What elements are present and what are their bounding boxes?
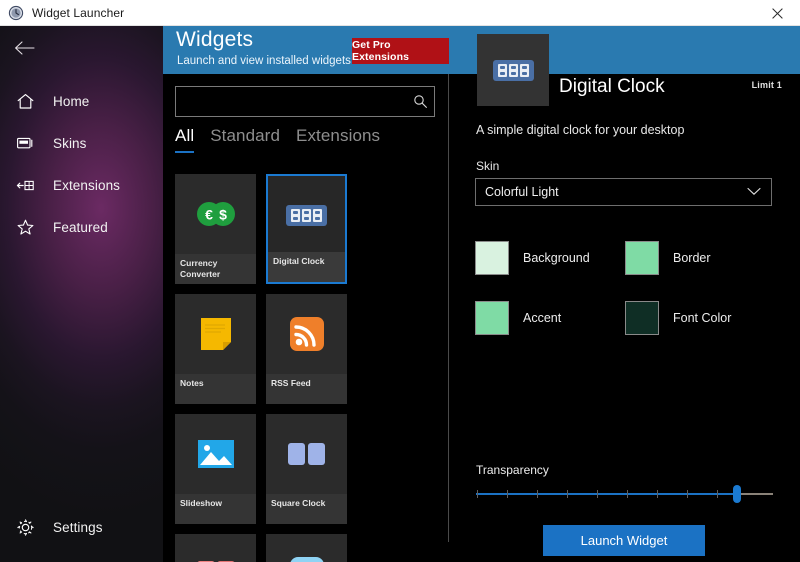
- digital-clock-icon: [268, 176, 345, 254]
- notes-icon: [175, 294, 256, 374]
- swatch-label: Border: [673, 251, 711, 265]
- sidebar-nav: Home Skins: [0, 80, 163, 248]
- svg-text:$: $: [219, 207, 227, 223]
- tab-extensions[interactable]: Extensions: [296, 126, 380, 153]
- widget-tile-label: Slideshow: [175, 494, 256, 524]
- widget-tile-weather[interactable]: Weather: [266, 534, 347, 562]
- swatch-label: Font Color: [673, 311, 731, 325]
- page-subtitle: Launch and view installed widgets: [177, 55, 351, 67]
- sidebar-item-settings[interactable]: Settings: [0, 506, 163, 548]
- slideshow-icon: [175, 414, 256, 494]
- unit-converter-icon: [175, 534, 256, 562]
- widget-tile-label: Digital Clock: [268, 252, 345, 282]
- swatch-color-box[interactable]: [625, 241, 659, 275]
- page-title: Widgets: [176, 28, 253, 52]
- window-icon: [14, 132, 36, 154]
- home-icon: [14, 90, 36, 112]
- swatch-label: Background: [523, 251, 590, 265]
- filter-tabs: All Standard Extensions: [175, 126, 380, 153]
- transparency-slider[interactable]: [476, 484, 773, 506]
- tab-standard[interactable]: Standard: [210, 126, 280, 153]
- slider-thumb[interactable]: [733, 485, 741, 503]
- color-swatches: Background Border Accent Font Color: [475, 228, 775, 348]
- sidebar: Home Skins: [0, 26, 163, 562]
- widget-tile-slideshow[interactable]: Slideshow: [175, 414, 256, 524]
- color-swatch-accent[interactable]: Accent: [475, 288, 625, 348]
- gear-icon: [14, 516, 36, 538]
- sidebar-item-home[interactable]: Home: [0, 80, 163, 122]
- widget-tile-rss-feed[interactable]: RSS Feed: [266, 294, 347, 404]
- sidebar-item-label: Skins: [53, 136, 87, 151]
- get-pro-extensions-button[interactable]: Get Pro Extensions: [352, 38, 449, 64]
- widget-tile-label: Square Clock: [266, 494, 347, 524]
- window-title: Widget Launcher: [32, 6, 124, 20]
- titlebar: Widget Launcher: [0, 0, 800, 26]
- color-swatch-background[interactable]: Background: [475, 228, 625, 288]
- search-box[interactable]: [175, 86, 435, 117]
- widget-tile-digital-clock[interactable]: Digital Clock: [266, 174, 347, 284]
- sidebar-item-label: Featured: [53, 220, 108, 235]
- launch-widget-button[interactable]: Launch Widget: [543, 525, 705, 556]
- slider-fill: [476, 493, 737, 495]
- widget-tile-notes[interactable]: Notes: [175, 294, 256, 404]
- back-button[interactable]: [0, 26, 163, 70]
- clock-icon: [8, 5, 24, 21]
- skin-selected-value: Colorful Light: [485, 185, 559, 199]
- skin-dropdown[interactable]: Colorful Light: [475, 178, 772, 206]
- currency-converter-icon: € $: [175, 174, 256, 254]
- tab-all[interactable]: All: [175, 126, 194, 153]
- detail-panel: Digital Clock Limit 1 A simple digital c…: [449, 26, 800, 562]
- digital-clock-icon: [477, 34, 549, 106]
- chevron-down-icon: [747, 183, 761, 201]
- star-icon: [14, 216, 36, 238]
- app-window: Widget Launcher Home: [0, 0, 800, 562]
- sidebar-item-label: Settings: [53, 520, 103, 535]
- color-swatch-border[interactable]: Border: [625, 228, 775, 288]
- widget-tile-label: Currency Converter: [175, 254, 256, 284]
- widget-tile-square-clock[interactable]: Square Clock: [266, 414, 347, 524]
- weather-icon: [266, 534, 347, 562]
- transparency-label: Transparency: [476, 463, 549, 477]
- search-input[interactable]: [176, 87, 406, 116]
- skin-label: Skin: [476, 159, 499, 173]
- widget-tile-currency-converter[interactable]: € $ Currency Converter: [175, 174, 256, 284]
- swatch-color-box[interactable]: [475, 241, 509, 275]
- color-swatch-font-color[interactable]: Font Color: [625, 288, 775, 348]
- rss-feed-icon: [266, 294, 347, 374]
- extensions-icon: [14, 174, 36, 196]
- widget-tile-label: RSS Feed: [266, 374, 347, 404]
- svg-text:€: €: [205, 207, 213, 223]
- square-clock-icon: [266, 414, 347, 494]
- search-icon[interactable]: [406, 94, 434, 109]
- sidebar-item-label: Home: [53, 94, 89, 109]
- swatch-label: Accent: [523, 311, 561, 325]
- sidebar-item-label: Extensions: [53, 178, 120, 193]
- swatch-color-box[interactable]: [475, 301, 509, 335]
- detail-description: A simple digital clock for your desktop: [476, 123, 684, 137]
- widget-tile-label: Notes: [175, 374, 256, 404]
- close-button[interactable]: [755, 0, 800, 26]
- widget-tile-unit-converter[interactable]: Unit Converter: [175, 534, 256, 562]
- sidebar-item-extensions[interactable]: Extensions: [0, 164, 163, 206]
- sidebar-item-featured[interactable]: Featured: [0, 206, 163, 248]
- swatch-color-box[interactable]: [625, 301, 659, 335]
- sidebar-item-skins[interactable]: Skins: [0, 122, 163, 164]
- detail-title: Digital Clock: [559, 76, 665, 98]
- limit-badge: Limit 1: [752, 80, 782, 90]
- widget-grid: € $ Currency Converter Digital Clock: [175, 174, 437, 562]
- browse-panel: All Standard Extensions € $ Currency Con…: [163, 74, 449, 562]
